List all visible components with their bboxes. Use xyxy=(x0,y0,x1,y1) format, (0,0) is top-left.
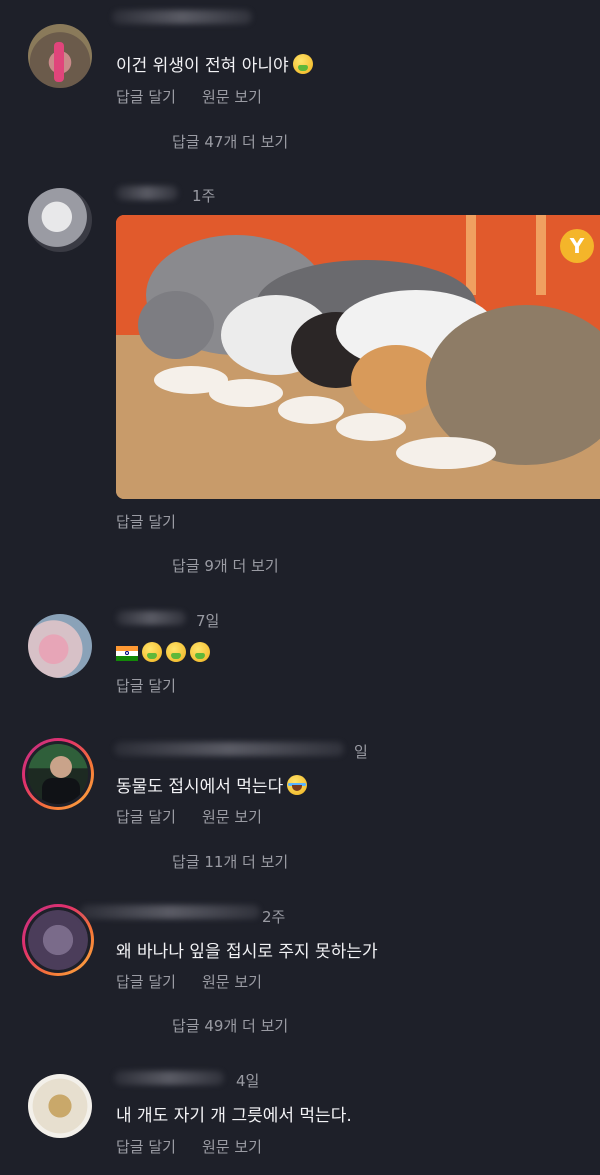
reply-button[interactable]: 답글 달기 xyxy=(116,675,176,696)
username-blurred xyxy=(116,186,178,200)
tears-of-joy-icon xyxy=(287,775,308,795)
reply-button[interactable]: 답글 달기 xyxy=(116,1136,176,1157)
comment-time: 1주 xyxy=(192,187,216,205)
fork-icon: Y xyxy=(560,229,594,263)
comment-text: 내 개도 자기 개 그릇에서 먹는다. xyxy=(116,1106,352,1126)
reply-button[interactable]: 답글 달기 xyxy=(116,86,176,107)
avatar[interactable] xyxy=(28,24,92,88)
comment-time: 7일 xyxy=(196,612,220,630)
reply-button[interactable]: 답글 달기 xyxy=(116,511,176,532)
comment-actions: 답글 달기 xyxy=(116,511,202,532)
nauseated-face-icon xyxy=(166,642,186,662)
comment-actions: 답글 달기 xyxy=(116,675,202,696)
attached-image[interactable]: Y xyxy=(116,215,600,499)
comment-text: 이건 위생이 전혀 아니야 xyxy=(116,51,313,76)
view-more-replies[interactable]: 답글 9개 더 보기 xyxy=(172,555,279,576)
see-original-button[interactable]: 원문 보기 xyxy=(202,86,262,107)
comment-time: 4일 xyxy=(236,1072,260,1090)
reply-button[interactable]: 답글 달기 xyxy=(116,971,176,992)
avatar[interactable] xyxy=(28,188,92,252)
comment-text: 동물도 접시에서 먹는다 xyxy=(116,772,308,797)
comment-actions: 답글 달기 원문 보기 xyxy=(116,971,288,992)
nauseated-face-icon xyxy=(142,642,162,662)
nauseated-face-icon xyxy=(190,642,210,662)
see-original-button[interactable]: 원문 보기 xyxy=(202,1136,262,1157)
india-flag-icon xyxy=(116,646,138,661)
see-original-button[interactable]: 원문 보기 xyxy=(202,971,262,992)
avatar[interactable] xyxy=(28,1074,92,1138)
comment-actions: 답글 달기 원문 보기 xyxy=(116,806,288,827)
view-more-replies[interactable]: 답글 49개 더 보기 xyxy=(172,1015,288,1036)
username-blurred xyxy=(114,1071,224,1085)
comment-actions: 답글 달기 원문 보기 xyxy=(116,1136,288,1157)
view-more-replies[interactable]: 답글 47개 더 보기 xyxy=(172,131,288,152)
comment-text: 왜 바나나 잎을 접시로 주지 못하는가 xyxy=(116,942,378,962)
username-blurred xyxy=(114,742,344,756)
username-blurred xyxy=(112,10,252,24)
view-more-replies[interactable]: 답글 11개 더 보기 xyxy=(172,851,288,872)
username-blurred xyxy=(80,905,260,919)
see-original-button[interactable]: 원문 보기 xyxy=(202,806,262,827)
comment-text xyxy=(116,642,210,664)
nauseated-face-icon xyxy=(292,54,313,74)
avatar[interactable] xyxy=(22,738,94,810)
comment-time: 2주 xyxy=(262,908,286,926)
username-blurred xyxy=(116,611,186,625)
avatar[interactable] xyxy=(28,614,92,678)
comment-time: 일 xyxy=(354,743,368,761)
comment-actions: 답글 달기 원문 보기 xyxy=(116,86,288,107)
cats-eating-illustration xyxy=(116,215,600,499)
reply-button[interactable]: 답글 달기 xyxy=(116,806,176,827)
